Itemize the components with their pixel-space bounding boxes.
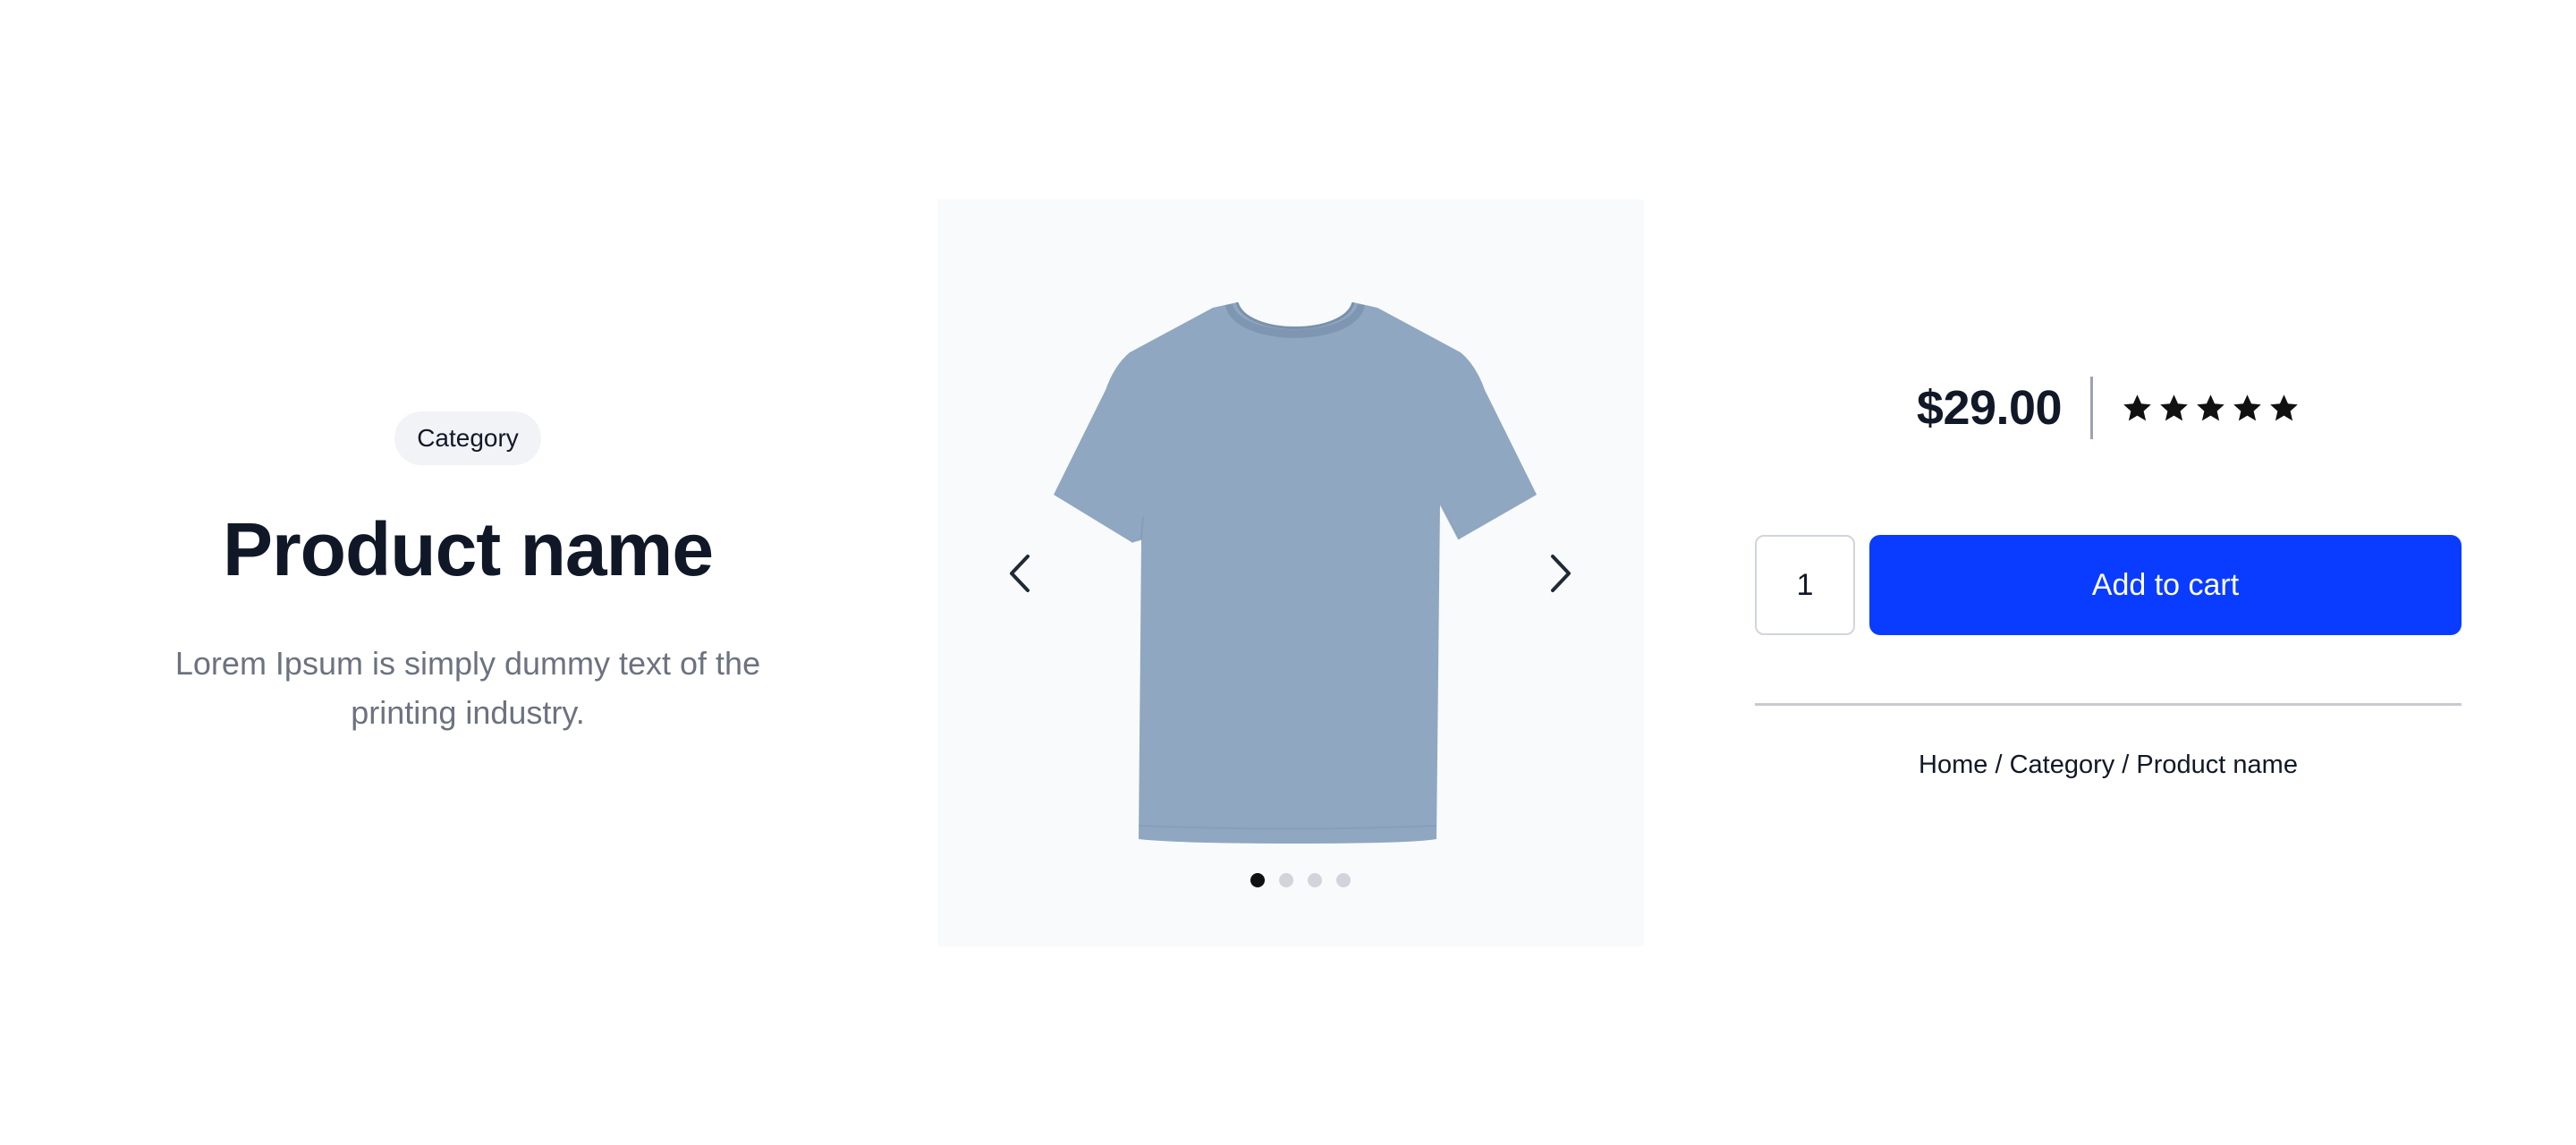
product-price: $29.00 <box>1916 381 2063 435</box>
chevron-right-icon <box>1551 555 1571 592</box>
gallery-dot-3[interactable] <box>1308 873 1322 887</box>
purchase-panel: $29.00 Add to cart Home / Category / Pro… <box>1755 376 2462 780</box>
product-page: Category Product name Lorem Ipsum is sim… <box>0 0 2576 1145</box>
price-divider <box>2090 377 2094 439</box>
breadcrumb-home[interactable]: Home <box>1919 751 1987 779</box>
gallery-dot-2[interactable] <box>1279 873 1293 887</box>
gallery-prev-button[interactable] <box>993 547 1046 600</box>
quantity-input[interactable] <box>1755 535 1855 635</box>
star-icon <box>2160 394 2188 420</box>
gallery-dot-4[interactable] <box>1336 873 1351 887</box>
add-to-cart-button[interactable]: Add to cart <box>1869 535 2462 635</box>
gallery-next-button[interactable] <box>1534 547 1588 600</box>
breadcrumb: Home / Category / Product name <box>1755 751 2462 780</box>
product-title: Product name <box>222 507 714 591</box>
breadcrumb-separator: / <box>1987 751 2010 779</box>
t-shirt-image <box>1054 302 1537 844</box>
divider <box>1755 703 2462 706</box>
product-description: Lorem Ipsum is simply dummy text of the … <box>174 645 761 731</box>
price-rating-row: $29.00 <box>1755 376 2462 440</box>
breadcrumb-separator: / <box>2114 751 2137 779</box>
star-icon <box>2270 394 2298 420</box>
product-gallery <box>937 199 1644 946</box>
breadcrumb-category[interactable]: Category <box>2010 751 2115 779</box>
gallery-pagination <box>937 873 1644 887</box>
star-icon <box>2197 394 2224 420</box>
add-to-cart-row: Add to cart <box>1755 535 2462 635</box>
product-info: Category Product name Lorem Ipsum is sim… <box>116 411 819 737</box>
star-icon <box>2233 394 2261 420</box>
category-badge[interactable]: Category <box>394 411 541 465</box>
rating-stars <box>2122 393 2300 424</box>
star-icon <box>2123 394 2151 420</box>
gallery-dot-1[interactable] <box>1250 873 1265 887</box>
chevron-left-icon <box>1010 555 1030 592</box>
breadcrumb-current: Product name <box>2136 751 2298 779</box>
